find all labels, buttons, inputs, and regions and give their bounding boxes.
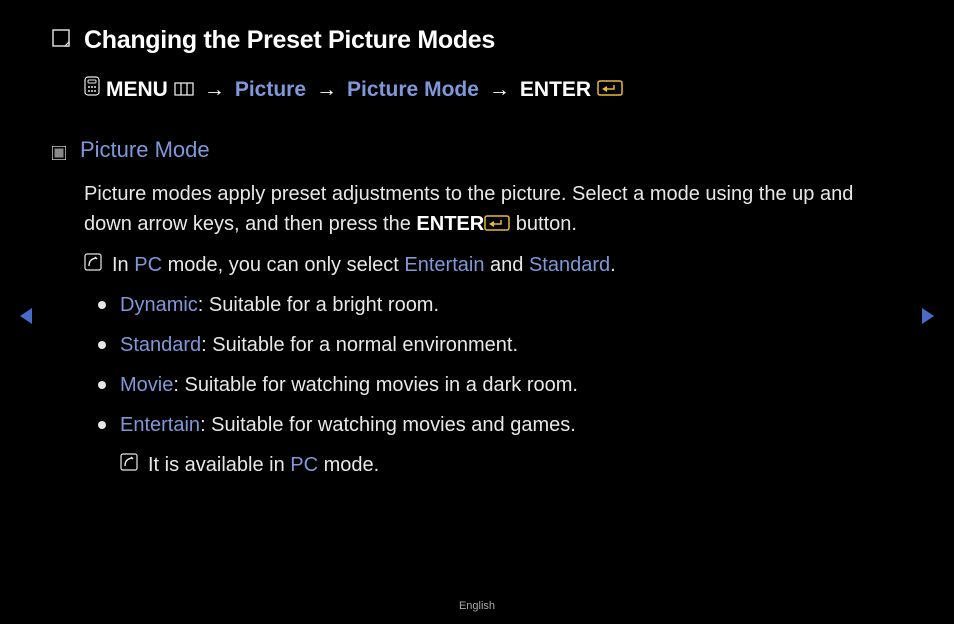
enter-icon (484, 210, 510, 240)
remote-icon (84, 74, 100, 106)
bullet-icon (98, 341, 106, 349)
section-heading: Picture Mode (80, 133, 210, 166)
enter-label: ENTER (520, 74, 591, 106)
note-icon (84, 250, 102, 280)
breadcrumb: MENU → Picture → Picture Mode → ENTER (84, 74, 902, 106)
menu-grid-icon (174, 74, 194, 106)
page-title: Changing the Preset Picture Modes (84, 22, 495, 60)
section-bullet-icon (52, 139, 66, 169)
enter-icon (597, 74, 623, 106)
bullet-icon (98, 421, 106, 429)
arrow-icon: → (204, 74, 225, 106)
intro-paragraph: Picture modes apply preset adjustments t… (84, 179, 902, 240)
book-page-icon (52, 26, 70, 56)
note-icon (120, 450, 138, 480)
pc-note: In PC mode, you can only select Entertai… (112, 250, 616, 280)
arrow-icon: → (489, 74, 510, 106)
next-page-button[interactable] (920, 304, 936, 334)
bullet-icon (98, 381, 106, 389)
list-item: Movie: Suitable for watching movies in a… (98, 370, 902, 400)
breadcrumb-picture-mode: Picture Mode (347, 74, 479, 106)
list-item: Dynamic: Suitable for a bright room. (98, 290, 902, 320)
list-item: Entertain: Suitable for watching movies … (98, 410, 902, 440)
list-item: Standard: Suitable for a normal environm… (98, 330, 902, 360)
arrow-icon: → (316, 74, 337, 106)
menu-label: MENU (106, 74, 168, 106)
sub-note: It is available in PC mode. (148, 450, 379, 480)
prev-page-button[interactable] (18, 304, 34, 334)
breadcrumb-picture: Picture (235, 74, 306, 106)
footer-language: English (0, 598, 954, 615)
bullet-icon (98, 301, 106, 309)
